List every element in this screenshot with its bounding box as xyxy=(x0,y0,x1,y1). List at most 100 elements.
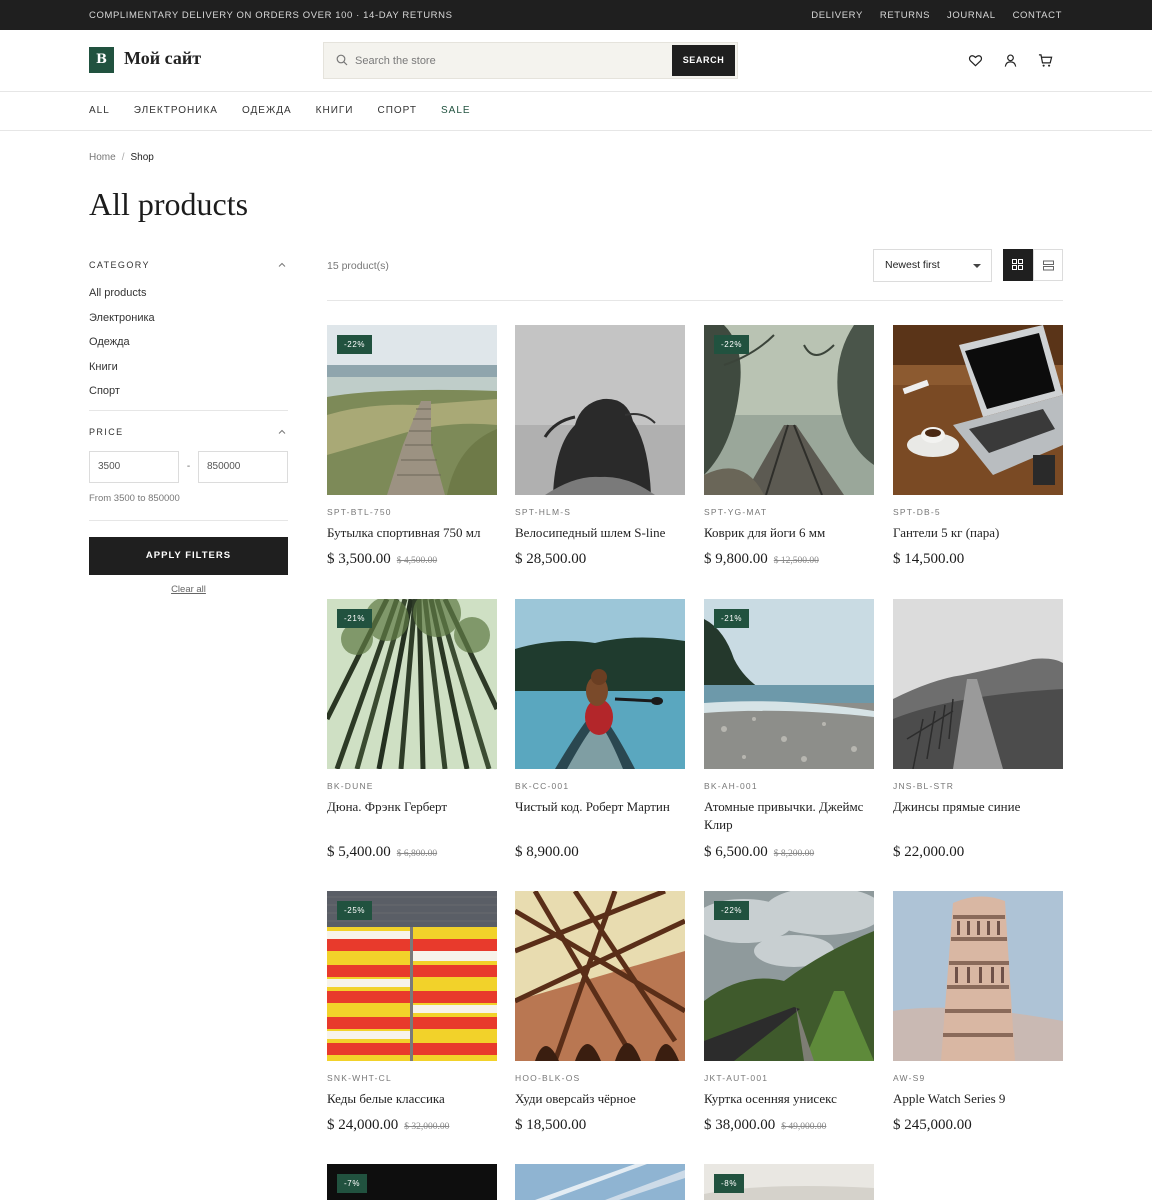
top-links: DELIVERY RETURNS JOURNAL CONTACT xyxy=(811,10,1062,21)
current-price: $ 3,500.00 xyxy=(327,551,391,567)
nav-item-sport[interactable]: СПОРТ xyxy=(377,105,417,116)
price-max-input[interactable] xyxy=(198,450,288,483)
product-sku: SPT-HLM-S xyxy=(515,507,572,517)
site-name[interactable]: Мой сайт xyxy=(124,48,201,69)
product-image[interactable] xyxy=(515,325,685,495)
product-name[interactable]: Велосипедный шлем S-line xyxy=(515,524,687,542)
product-image[interactable] xyxy=(515,1164,685,1200)
category-list: All products Электроника Одежда Книги Сп… xyxy=(89,287,288,410)
category-item-electronics[interactable]: Электроника xyxy=(89,312,288,337)
price-min-input[interactable] xyxy=(89,450,179,483)
product-image[interactable]: -22% xyxy=(704,891,874,1061)
current-price: $ 5,400.00 xyxy=(327,844,391,860)
product-image[interactable] xyxy=(515,891,685,1061)
product-image[interactable]: -8% xyxy=(704,1164,874,1200)
product-image[interactable] xyxy=(893,599,1063,769)
product-name[interactable]: Коврик для йоги 6 мм xyxy=(704,524,876,542)
product-price: $ 24,000.00 $ 32,000.00 xyxy=(327,1117,449,1134)
breadcrumb-current: Shop xyxy=(130,152,154,163)
category-item-sport[interactable]: Спорт xyxy=(89,385,288,410)
product-sku: SPT-YG-MAT xyxy=(704,507,768,517)
product-image[interactable]: -25% xyxy=(327,891,497,1061)
product-name[interactable]: Чистый код. Роберт Мартин xyxy=(515,798,687,816)
product-sku: HOO-BLK-OS xyxy=(515,1073,581,1083)
promo-text: COMPLIMENTARY DELIVERY ON ORDERS OVER 10… xyxy=(89,10,453,21)
chevron-up-icon[interactable] xyxy=(278,428,286,436)
top-link-returns[interactable]: RETURNS xyxy=(880,10,930,21)
category-item-books[interactable]: Книги xyxy=(89,361,288,386)
sort-select[interactable]: Newest first xyxy=(873,249,992,282)
product-image[interactable]: -22% xyxy=(704,325,874,495)
old-price: $ 4,500.00 xyxy=(396,556,438,566)
top-link-delivery[interactable]: DELIVERY xyxy=(811,10,863,21)
product-sku: SPT-DB-5 xyxy=(893,507,941,517)
price-filter-header[interactable]: PRICE xyxy=(89,427,288,441)
product-price: $ 22,000.00 xyxy=(893,844,964,861)
old-price: $ 32,000.00 xyxy=(404,1122,450,1132)
current-price: $ 8,900.00 xyxy=(515,844,579,860)
old-price: $ 8,200.00 xyxy=(773,849,815,859)
list-view-button[interactable] xyxy=(1033,249,1063,281)
nav-item-electronics[interactable]: ЭЛЕКТРОНИКА xyxy=(134,105,218,116)
product-price: $ 5,400.00 $ 6,800.00 xyxy=(327,844,437,861)
clear-all-link[interactable]: Clear all xyxy=(89,584,288,595)
nav-item-clothing[interactable]: ОДЕЖДА xyxy=(242,105,292,116)
discount-badge: -22% xyxy=(714,335,750,354)
product-image[interactable] xyxy=(515,599,685,769)
product-price: $ 3,500.00 $ 4,500.00 xyxy=(327,551,437,568)
header-icons xyxy=(968,53,1053,68)
search-button[interactable]: SEARCH xyxy=(672,45,735,76)
nav-item-all[interactable]: ALL xyxy=(89,105,110,116)
breadcrumb: Home / Shop xyxy=(89,152,154,163)
product-image[interactable]: -7% xyxy=(327,1164,497,1200)
category-item-all[interactable]: All products xyxy=(89,287,288,312)
current-price: $ 14,500.00 xyxy=(893,551,965,567)
product-sku: BK-AH-001 xyxy=(704,781,758,791)
user-icon[interactable] xyxy=(1003,53,1018,68)
product-name[interactable]: Бутылка спортивная 750 мл xyxy=(327,524,499,542)
discount-badge: -25% xyxy=(337,901,373,920)
page-title: All products xyxy=(89,186,249,222)
nav-item-sale[interactable]: SALE xyxy=(441,105,471,116)
product-name[interactable]: Джинсы прямые синие xyxy=(893,798,1065,816)
cart-icon[interactable] xyxy=(1038,53,1053,68)
filter-divider xyxy=(89,409,288,411)
product-sku: SPT-BTL-750 xyxy=(327,507,392,517)
product-name[interactable]: Атомные привычки. Джеймс Клир xyxy=(704,798,876,834)
product-image[interactable]: -21% xyxy=(704,599,874,769)
breadcrumb-home[interactable]: Home xyxy=(89,152,116,163)
old-price: $ 6,800.00 xyxy=(396,849,438,859)
product-image[interactable] xyxy=(893,891,1063,1061)
chevron-up-icon[interactable] xyxy=(278,261,286,269)
search-icon xyxy=(336,54,348,66)
product-name[interactable]: Гантели 5 кг (пара) xyxy=(893,524,1065,542)
category-item-clothing[interactable]: Одежда xyxy=(89,336,288,361)
logo-mark[interactable]: B xyxy=(89,47,114,73)
product-price: $ 14,500.00 xyxy=(893,551,964,568)
product-image[interactable]: -22% xyxy=(327,325,497,495)
product-image[interactable]: -21% xyxy=(327,599,497,769)
current-price: $ 38,000.00 xyxy=(704,1117,776,1133)
apply-filters-button[interactable]: APPLY FILTERS xyxy=(89,536,288,575)
discount-badge: -22% xyxy=(337,335,373,354)
top-link-contact[interactable]: CONTACT xyxy=(1013,10,1062,21)
top-link-journal[interactable]: JOURNAL xyxy=(947,10,996,21)
product-price: $ 38,000.00 $ 49,000.00 xyxy=(704,1117,826,1134)
price-range-dash: - xyxy=(186,461,191,472)
discount-badge: -7% xyxy=(337,1174,368,1193)
product-name[interactable]: Кеды белые классика xyxy=(327,1090,499,1108)
product-name[interactable]: Худи оверсайз чёрное xyxy=(515,1090,687,1108)
caret-down-icon xyxy=(973,264,981,268)
heart-icon[interactable] xyxy=(968,53,983,68)
product-sku: SNK-WHT-CL xyxy=(327,1073,392,1083)
grid-view-button[interactable] xyxy=(1003,249,1033,281)
search-input[interactable] xyxy=(355,51,685,71)
nav-item-books[interactable]: КНИГИ xyxy=(316,105,354,116)
current-price: $ 6,500.00 xyxy=(704,844,768,860)
category-filter-header[interactable]: CATEGORY xyxy=(89,260,288,274)
product-name[interactable]: Куртка осенняя унисекс xyxy=(704,1090,876,1108)
product-name[interactable]: Дюна. Фрэнк Герберт xyxy=(327,798,499,816)
product-image[interactable] xyxy=(893,325,1063,495)
price-range: - xyxy=(89,450,288,483)
product-name[interactable]: Apple Watch Series 9 xyxy=(893,1090,1065,1108)
